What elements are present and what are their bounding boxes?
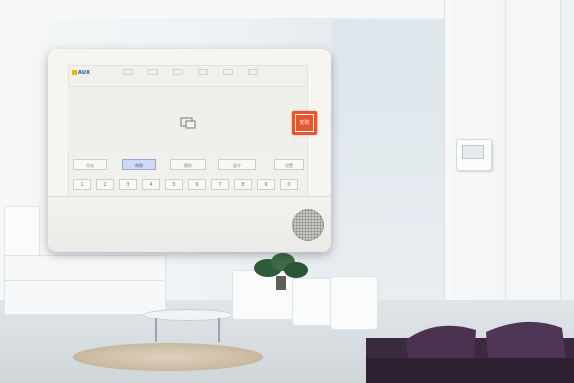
function-button[interactable]: 撤防 xyxy=(170,159,206,170)
sofa xyxy=(366,321,574,383)
table-leg xyxy=(155,318,157,342)
status-icon xyxy=(223,69,233,79)
function-button[interactable]: 留守 xyxy=(218,159,256,170)
function-row: 开启 布防 撤防 留守 设置 xyxy=(73,159,305,171)
status-icon xyxy=(248,69,258,79)
keypad-key[interactable]: 7 xyxy=(211,179,229,190)
status-icon xyxy=(123,69,133,79)
keypad-key[interactable]: 8 xyxy=(234,179,252,190)
keypad-key[interactable]: 2 xyxy=(96,179,114,190)
card-icon xyxy=(180,117,196,129)
keypad-key[interactable]: 4 xyxy=(142,179,160,190)
brand-icon xyxy=(72,70,77,75)
status-bar: AUX xyxy=(68,65,306,85)
controller-panel: AUX 安防 开启 布防 撤防 留守 设置 1 2 3 4 5 6 7 8 9 … xyxy=(48,49,331,252)
function-button[interactable]: 开启 xyxy=(73,159,107,170)
status-icon xyxy=(198,69,208,79)
keypad-key[interactable]: 5 xyxy=(165,179,183,190)
keypad: 1 2 3 4 5 6 7 8 9 0 xyxy=(73,179,305,191)
table-leg xyxy=(218,318,220,342)
keypad-key[interactable]: 9 xyxy=(257,179,275,190)
wall-thermostat xyxy=(456,139,492,171)
sideboard-line xyxy=(4,280,164,281)
sideboard xyxy=(4,255,166,315)
alarm-label: 安防 xyxy=(295,114,314,132)
keypad-key[interactable]: 1 xyxy=(73,179,91,190)
status-icon xyxy=(173,69,183,79)
lamp xyxy=(4,206,40,258)
room-photo: AUX 安防 开启 布防 撤防 留守 设置 1 2 3 4 5 6 7 8 9 … xyxy=(0,0,574,383)
round-rug xyxy=(73,343,263,371)
panel-base xyxy=(48,196,331,252)
brand-logo: AUX xyxy=(72,70,90,76)
keypad-key[interactable]: 3 xyxy=(119,179,137,190)
plant xyxy=(254,253,308,290)
speaker-grille-icon xyxy=(292,209,324,241)
window xyxy=(332,20,444,320)
thermostat-screen xyxy=(462,145,484,159)
keypad-key[interactable]: 6 xyxy=(188,179,206,190)
alarm-button[interactable]: 安防 xyxy=(292,111,317,135)
keypad-key[interactable]: 0 xyxy=(280,179,298,190)
function-button[interactable]: 设置 xyxy=(274,159,304,170)
pillar xyxy=(505,0,561,340)
status-icon xyxy=(148,69,158,79)
function-button-active[interactable]: 布防 xyxy=(122,159,156,170)
